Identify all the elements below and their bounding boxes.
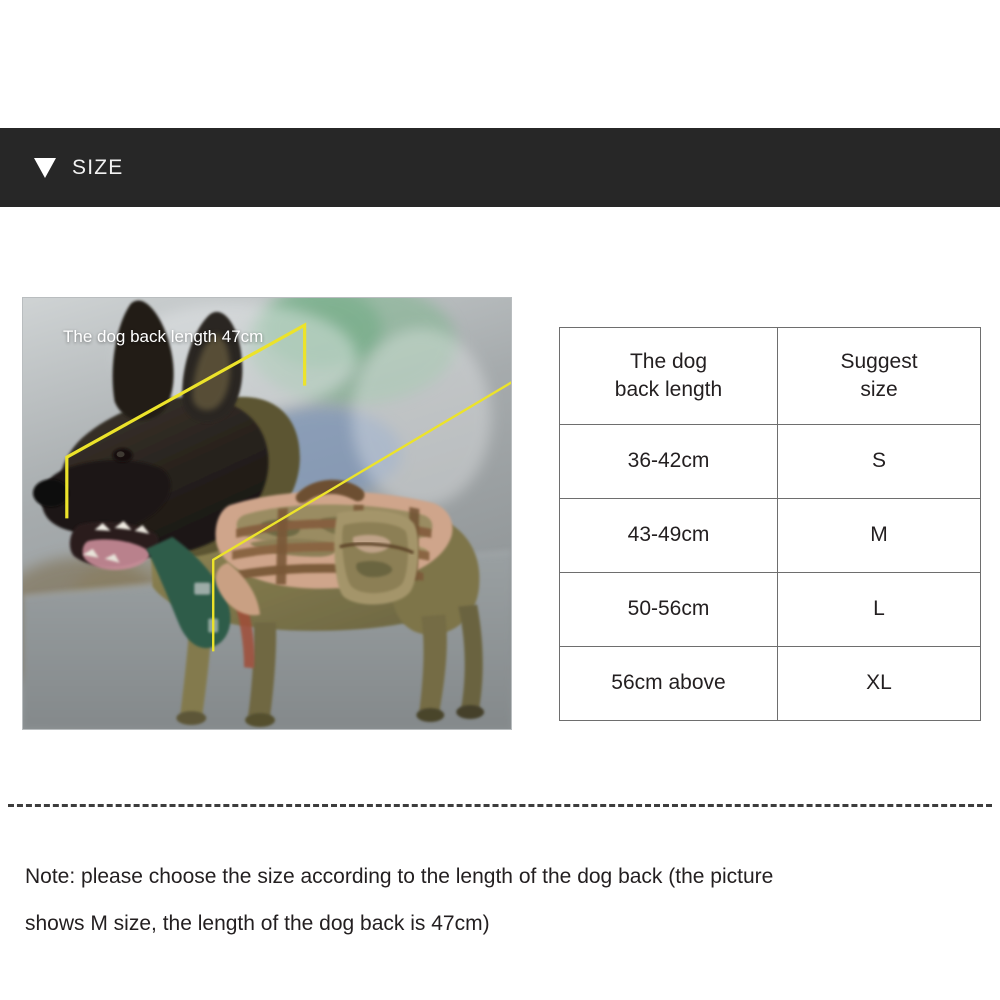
cell-back-length: 43-49cm <box>559 498 778 573</box>
cell-suggest-size: L <box>777 572 981 647</box>
dashed-divider <box>8 804 992 807</box>
table-row: 36-42cm S <box>559 424 981 499</box>
header-cell-suggest-size: Suggest size <box>777 327 981 425</box>
cell-suggest-size: XL <box>777 646 981 721</box>
dog-photo-illustration <box>23 298 511 729</box>
header-suggest-size-line1: Suggest <box>840 349 918 373</box>
header-back-length-line2: back length <box>614 378 723 401</box>
header-cell-back-length: The dog back length <box>559 327 778 425</box>
table-row: 43-49cm M <box>559 498 981 573</box>
header-suggest-size-line2: size <box>860 378 898 401</box>
cell-suggest-size: S <box>777 424 981 499</box>
size-chart-table: The dog back length Suggest size 36-42cm… <box>559 327 981 721</box>
cell-suggest-size: M <box>777 498 981 573</box>
header-back-length-line1: The dog <box>629 349 708 373</box>
size-header-title: SIZE <box>72 155 124 179</box>
cell-back-length: 36-42cm <box>559 424 778 499</box>
note-line-2: shows M size, the length of the dog back… <box>25 912 490 935</box>
note-text: Note: please choose the size according t… <box>25 853 975 947</box>
cell-back-length: 56cm above <box>559 646 778 721</box>
note-line-1: Note: please choose the size according t… <box>25 865 774 888</box>
triangle-down-icon <box>34 157 56 178</box>
table-row: 50-56cm L <box>559 572 981 647</box>
size-section-header: SIZE <box>0 128 1000 207</box>
cell-back-length: 50-56cm <box>559 572 778 647</box>
dog-harness-photo: The dog back length 47cm <box>22 297 512 730</box>
table-header-row: The dog back length Suggest size <box>559 327 981 425</box>
table-row: 56cm above XL <box>559 646 981 721</box>
